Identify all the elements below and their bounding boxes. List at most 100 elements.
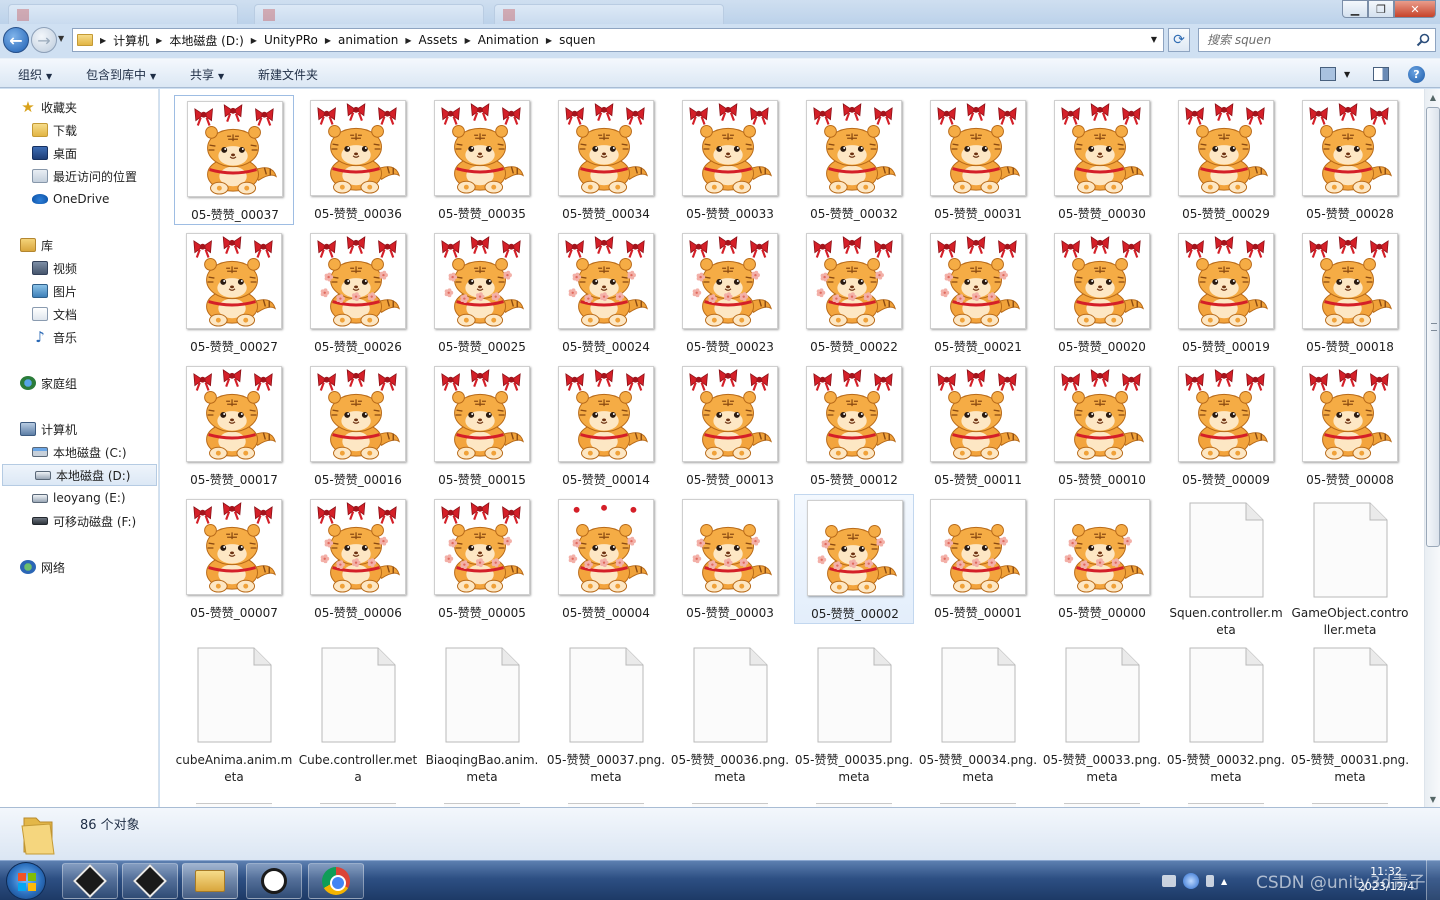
meta-file-tile[interactable]: BiaoqingBao.anim.meta xyxy=(422,645,542,791)
search-box[interactable] xyxy=(1198,28,1436,52)
meta-file-tile[interactable]: 05-赞赞_00034.png.meta xyxy=(918,645,1038,791)
image-file-tile[interactable]: 05-赞赞_00019 xyxy=(1166,228,1286,358)
image-file-tile[interactable]: 05-赞赞_00034 xyxy=(546,95,666,225)
background-window-tab[interactable] xyxy=(254,4,484,24)
breadcrumb-separator-icon[interactable]: ▶ xyxy=(325,36,331,45)
search-icon[interactable] xyxy=(1415,32,1431,48)
breadcrumb-item[interactable]: 计算机 xyxy=(113,32,149,49)
scroll-thumb[interactable] xyxy=(1426,107,1440,547)
image-file-tile[interactable]: 05-赞赞_00003 xyxy=(670,494,790,624)
sidebar-item[interactable]: 家庭组 xyxy=(0,372,159,394)
image-file-tile[interactable]: 05-赞赞_00013 xyxy=(670,361,790,491)
image-file-tile[interactable]: 05-赞赞_00007 xyxy=(174,494,294,624)
close-button[interactable]: ✕ xyxy=(1394,0,1436,18)
meta-file-tile[interactable]: 05-赞赞_00031.png.meta xyxy=(1290,645,1410,791)
meta-file-tile[interactable]: Squen.controller.meta xyxy=(1166,494,1286,640)
image-file-tile[interactable]: 05-赞赞_00036 xyxy=(298,95,418,225)
forward-button[interactable]: → xyxy=(31,27,57,53)
image-file-tile[interactable]: 05-赞赞_00000 xyxy=(1042,494,1162,624)
image-file-tile[interactable]: 05-赞赞_00015 xyxy=(422,361,542,491)
minimize-button[interactable]: ▁ xyxy=(1342,0,1368,18)
sidebar-item[interactable]: 最近访问的位置 xyxy=(0,165,159,187)
image-file-tile[interactable]: 05-赞赞_00023 xyxy=(670,228,790,358)
network-tray-icon[interactable] xyxy=(1206,875,1214,887)
breadcrumb-item[interactable]: UnityPRo xyxy=(264,33,318,47)
image-file-tile[interactable]: 05-赞赞_00005 xyxy=(422,494,542,624)
background-window-tab[interactable] xyxy=(494,4,724,24)
back-button[interactable]: ← xyxy=(3,27,29,53)
preview-pane-button[interactable] xyxy=(1373,65,1389,83)
image-file-tile[interactable]: 05-赞赞_00018 xyxy=(1290,228,1410,358)
breadcrumb-separator-icon[interactable]: ▶ xyxy=(100,36,106,45)
sidebar-item[interactable]: ♪ 音乐 xyxy=(0,326,159,348)
breadcrumb-item[interactable]: Animation xyxy=(478,33,539,47)
vertical-scrollbar[interactable]: ▲ ▼ xyxy=(1424,89,1440,807)
sidebar-item[interactable]: 可移动磁盘 (F:) xyxy=(0,510,159,532)
scroll-down-icon[interactable]: ▼ xyxy=(1425,791,1440,807)
sidebar-item[interactable]: 视频 xyxy=(0,257,159,279)
organize-menu[interactable]: 组织 ▼ xyxy=(18,66,52,83)
image-file-tile[interactable]: 05-赞赞_00035 xyxy=(422,95,542,225)
image-file-tile[interactable]: 05-赞赞_00021 xyxy=(918,228,1038,358)
image-file-tile[interactable]: 05-赞赞_00027 xyxy=(174,228,294,358)
sidebar-item[interactable]: leoyang (E:) xyxy=(0,487,159,509)
sidebar-item[interactable]: 图片 xyxy=(0,280,159,302)
image-file-tile[interactable]: 05-赞赞_00009 xyxy=(1166,361,1286,491)
meta-file-tile[interactable]: 05-赞赞_00037.png.meta xyxy=(546,645,666,791)
taskbar-unity-hub[interactable] xyxy=(62,863,118,899)
image-file-tile[interactable]: 05-赞赞_00006 xyxy=(298,494,418,624)
taskbar-chrome[interactable] xyxy=(308,863,364,899)
sidebar-item[interactable]: 本地磁盘 (D:) xyxy=(2,464,157,486)
sidebar-item[interactable]: 本地磁盘 (C:) xyxy=(0,441,159,463)
help-tray-icon[interactable] xyxy=(1183,873,1199,889)
address-dropdown-icon[interactable]: ▼ xyxy=(1151,35,1157,44)
breadcrumb-separator-icon[interactable]: ▶ xyxy=(156,36,162,45)
image-file-tile[interactable]: 05-赞赞_00012 xyxy=(794,361,914,491)
sidebar-item[interactable]: 文档 xyxy=(0,303,159,325)
breadcrumb-item[interactable]: animation xyxy=(338,33,398,47)
meta-file-tile[interactable]: Cube.controller.meta xyxy=(298,645,418,791)
share-menu[interactable]: 共享 ▼ xyxy=(190,66,224,83)
show-desktop-button[interactable] xyxy=(1426,860,1440,900)
new-folder-button[interactable]: 新建文件夹 xyxy=(258,66,318,83)
image-file-tile[interactable]: 05-赞赞_00032 xyxy=(794,95,914,225)
keyboard-icon[interactable] xyxy=(1162,875,1176,887)
image-file-tile[interactable]: 05-赞赞_00030 xyxy=(1042,95,1162,225)
meta-file-tile[interactable]: 05-赞赞_00036.png.meta xyxy=(670,645,790,791)
image-file-tile[interactable]: 05-赞赞_00029 xyxy=(1166,95,1286,225)
show-hidden-icons-icon[interactable]: ▲ xyxy=(1221,877,1227,886)
sidebar-item[interactable]: 下载 xyxy=(0,119,159,141)
image-file-tile[interactable]: 05-赞赞_00020 xyxy=(1042,228,1162,358)
image-file-tile[interactable]: 05-赞赞_00016 xyxy=(298,361,418,491)
breadcrumb-separator-icon[interactable]: ▶ xyxy=(251,36,257,45)
breadcrumb-item[interactable]: 本地磁盘 (D:) xyxy=(169,32,243,49)
image-file-tile[interactable]: 05-赞赞_00033 xyxy=(670,95,790,225)
image-file-tile[interactable]: 05-赞赞_00017 xyxy=(174,361,294,491)
image-file-tile[interactable]: 05-赞赞_00028 xyxy=(1290,95,1410,225)
address-bar[interactable]: ▶ 计算机 ▶ 本地磁盘 (D:) ▶ UnityPRo ▶ animation ▶ Assets… xyxy=(72,28,1164,52)
sidebar-item[interactable]: 库 xyxy=(0,234,159,256)
help-button[interactable]: ? xyxy=(1408,65,1425,83)
image-file-tile[interactable]: 05-赞赞_00011 xyxy=(918,361,1038,491)
start-button[interactable] xyxy=(6,862,46,900)
sidebar-item[interactable]: 网络 xyxy=(0,556,159,578)
meta-file-tile[interactable]: GameObject.controller.meta xyxy=(1290,494,1410,640)
image-file-tile[interactable]: 05-赞赞_00002 xyxy=(794,494,914,624)
breadcrumb-item[interactable]: squen xyxy=(559,33,595,47)
image-file-tile[interactable]: 05-赞赞_00026 xyxy=(298,228,418,358)
image-file-tile[interactable]: 05-赞赞_00024 xyxy=(546,228,666,358)
taskbar-file-explorer[interactable] xyxy=(182,863,238,899)
sidebar-item[interactable]: 计算机 xyxy=(0,418,159,440)
image-file-tile[interactable]: 05-赞赞_00031 xyxy=(918,95,1038,225)
image-file-tile[interactable]: 05-赞赞_00004 xyxy=(546,494,666,624)
image-file-tile[interactable]: 05-赞赞_00022 xyxy=(794,228,914,358)
sidebar-item[interactable]: ★ 收藏夹 xyxy=(0,96,159,118)
include-in-library-menu[interactable]: 包含到库中 ▼ xyxy=(86,66,156,83)
image-file-tile[interactable]: 05-赞赞_00014 xyxy=(546,361,666,491)
meta-file-tile[interactable]: cubeAnima.anim.meta xyxy=(174,645,294,791)
image-file-tile[interactable]: 05-赞赞_00025 xyxy=(422,228,542,358)
scroll-up-icon[interactable]: ▲ xyxy=(1425,89,1440,105)
sidebar-item[interactable]: 桌面 xyxy=(0,142,159,164)
sidebar-item[interactable]: OneDrive xyxy=(0,188,159,210)
image-file-tile[interactable]: 05-赞赞_00010 xyxy=(1042,361,1162,491)
